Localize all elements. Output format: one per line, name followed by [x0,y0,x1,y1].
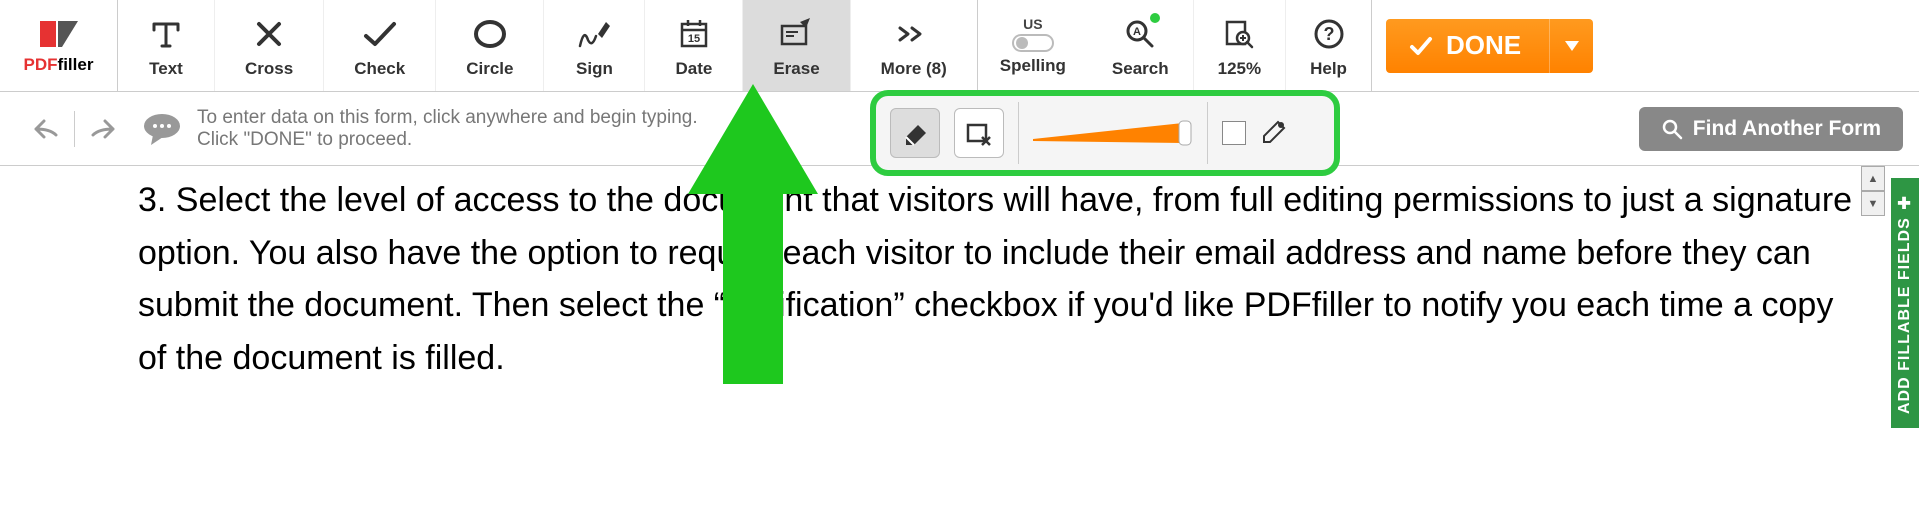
search-button[interactable]: A Search [1088,0,1194,91]
cross-tool-label: Cross [245,59,293,79]
add-fields-label: ADD FILLABLE FIELDS [1896,218,1914,415]
eraser-icon [900,119,930,147]
circle-tool-button[interactable]: Circle [436,0,544,91]
text-icon [148,16,184,52]
wedge-icon [1033,119,1193,147]
search-label: Search [1112,59,1169,79]
circle-icon [472,16,508,52]
nav-divider [74,111,75,147]
spelling-toggle-icon [1012,34,1054,52]
scroll-up-button[interactable]: ▲ [1861,166,1885,191]
text-tool-button[interactable]: Text [118,0,215,91]
zoom-icon [1221,16,1257,52]
more-icon [896,24,932,44]
hint-line-1: To enter data on this form, click anywhe… [197,107,698,129]
erase-options-panel [870,90,1340,176]
svg-text:A: A [1133,26,1141,38]
cross-tool-button[interactable]: Cross [215,0,324,91]
date-tool-label: Date [675,59,712,79]
blackout-rect-icon [964,119,994,147]
svg-text:15: 15 [688,33,700,45]
chevron-down-icon [1565,41,1579,51]
search-icon [1661,118,1683,140]
redo-button[interactable] [85,113,121,145]
erase-tool-button[interactable]: Erase [743,0,850,91]
help-icon: ? [1311,16,1347,52]
spelling-button[interactable]: US Spelling [978,0,1088,91]
done-area: DONE [1372,0,1611,91]
add-fillable-fields-tab[interactable]: ADD FILLABLE FIELDS ✚ [1891,178,1919,428]
done-check-icon [1408,33,1434,59]
eraser-size-slider[interactable] [1033,119,1193,147]
hint-line-2: Click "DONE" to proceed. [197,129,698,151]
undo-button[interactable] [28,113,64,145]
pdffiller-logo-icon [36,17,82,51]
eyedropper-icon [1260,120,1286,146]
eraser-color-swatch[interactable] [1222,121,1246,145]
date-tool-button[interactable]: 15 Date [645,0,743,91]
panel-divider [1018,102,1019,164]
undo-icon [32,117,60,141]
cross-icon [251,16,287,52]
scroll-down-button[interactable]: ▼ [1861,191,1885,216]
eraser-mode-button[interactable] [890,108,940,158]
check-icon [360,16,400,52]
vertical-scroll-buttons: ▲ ▼ [1861,166,1885,216]
spelling-lang-label: US [1023,16,1042,32]
find-form-label: Find Another Form [1693,117,1881,141]
document-body-text: 3. Select the level of access to the doc… [138,174,1861,385]
sign-tool-label: Sign [576,59,613,79]
done-label: DONE [1446,30,1521,61]
check-tool-button[interactable]: Check [324,0,436,91]
plus-icon: ✚ [1896,192,1915,212]
check-tool-label: Check [354,59,405,79]
sign-tool-button[interactable]: Sign [544,0,645,91]
tools-group-view: US Spelling A Search 125% ? Help [978,0,1372,91]
more-tools-button[interactable]: More (8) [851,0,977,91]
erase-tool-label: Erase [773,59,819,79]
redo-icon [89,117,117,141]
main-toolbar: PDFfiller Text Cross Check Circle Sign 1… [0,0,1919,92]
search-indicator-dot [1150,13,1160,23]
app-logo-text: PDFfiller [24,55,94,75]
help-label: Help [1310,59,1347,79]
blackout-mode-button[interactable] [954,108,1004,158]
help-button[interactable]: ? Help [1286,0,1371,91]
calendar-icon: 15 [676,16,712,52]
app-logo[interactable]: PDFfiller [0,0,118,91]
done-button[interactable]: DONE [1386,19,1593,73]
text-tool-label: Text [149,59,183,79]
done-dropdown-button[interactable] [1549,19,1593,73]
zoom-label: 125% [1218,59,1261,79]
find-another-form-button[interactable]: Find Another Form [1639,107,1903,151]
tools-group-edit: Text Cross Check Circle Sign 15 Date Era… [118,0,978,91]
more-tools-label: More (8) [881,59,947,79]
document-viewport[interactable]: 3. Select the level of access to the doc… [0,166,1891,519]
zoom-button[interactable]: 125% [1194,0,1286,91]
eyedropper-button[interactable] [1260,120,1286,146]
spelling-label: Spelling [1000,56,1066,76]
speech-bubble-icon [141,111,183,147]
circle-tool-label: Circle [466,59,513,79]
sign-icon [574,16,614,52]
svg-text:?: ? [1323,24,1334,44]
panel-divider [1207,102,1208,164]
erase-icon [776,16,816,52]
history-nav [8,111,141,147]
